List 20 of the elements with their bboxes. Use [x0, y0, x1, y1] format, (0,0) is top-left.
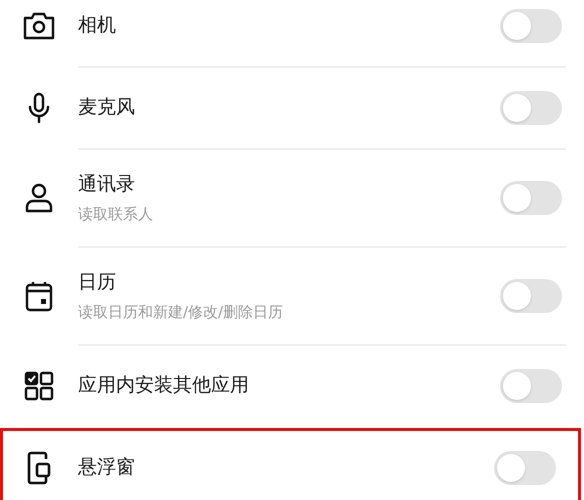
calendar-icon	[25, 280, 53, 312]
phone-window-icon	[26, 451, 52, 485]
permission-title: 相机	[78, 14, 117, 38]
toggle-switch[interactable]	[500, 279, 562, 313]
permission-title: 日历	[78, 270, 117, 294]
toggle-switch[interactable]	[500, 91, 562, 125]
microphone-icon	[28, 92, 50, 124]
permission-description: 读取联系人	[78, 204, 154, 224]
camera-icon	[23, 12, 55, 40]
toggle-switch[interactable]	[494, 451, 556, 485]
permission-title: 通讯录	[78, 172, 136, 196]
toggle-switch[interactable]	[500, 181, 562, 215]
person-icon	[24, 183, 54, 213]
toggle-switch[interactable]	[500, 369, 562, 403]
permission-title: 悬浮窗	[78, 456, 136, 480]
permission-title: 应用内安装其他应用	[78, 374, 250, 398]
permission-title: 麦克风	[78, 96, 136, 120]
toggle-switch[interactable]	[500, 9, 562, 43]
permission-description: 读取日历和新建/修改/删除日历	[78, 302, 284, 322]
apps-grid-icon	[24, 371, 54, 401]
